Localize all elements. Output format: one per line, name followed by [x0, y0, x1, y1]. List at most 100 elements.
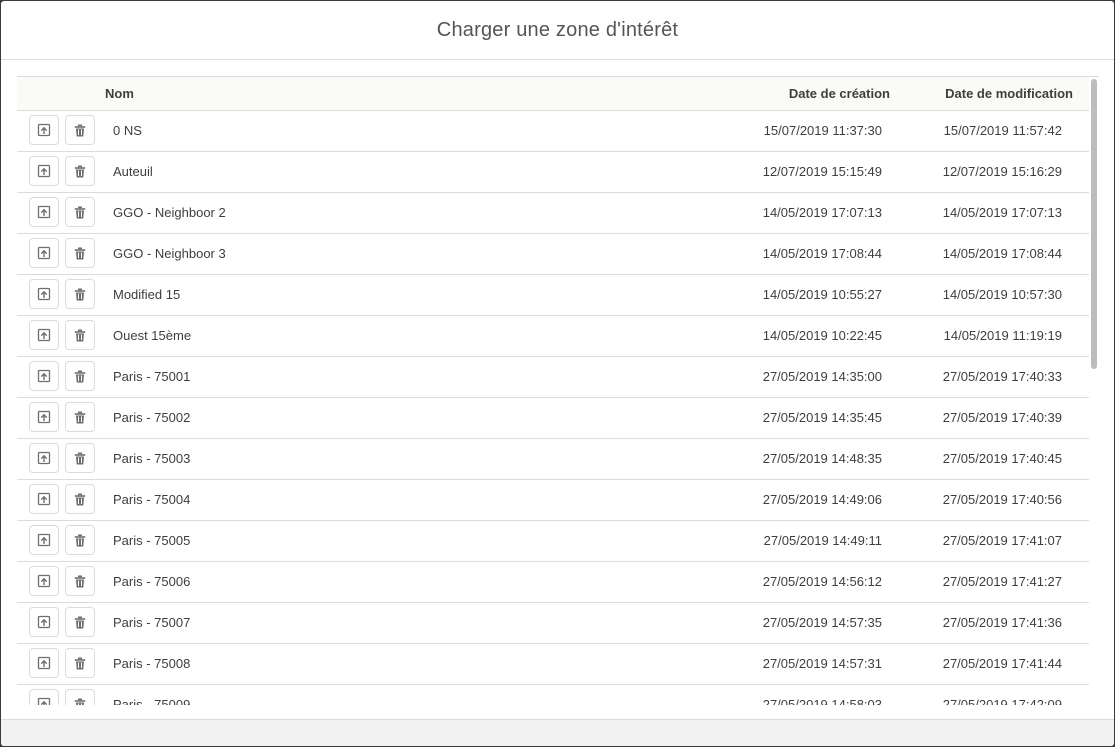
trash-icon	[74, 657, 86, 670]
table-row[interactable]: Paris - 75009 27/05/2019 14:58:03 27/05/20…	[17, 685, 1099, 705]
delete-zone-button[interactable]	[65, 566, 95, 596]
load-zone-button[interactable]	[29, 484, 59, 514]
table-row[interactable]: Paris - 75002 27/05/2019 14:35:45 27/05/20…	[17, 398, 1099, 439]
load-zone-button[interactable]	[29, 689, 59, 705]
zone-name[interactable]: Paris - 75006	[113, 562, 190, 602]
table-row[interactable]: Paris - 75001 27/05/2019 14:35:00 27/05/20…	[17, 357, 1099, 398]
trash-icon	[74, 370, 86, 383]
delete-zone-button[interactable]	[65, 607, 95, 637]
delete-zone-button[interactable]	[65, 320, 95, 350]
table-row[interactable]: Modified 15 14/05/2019 10:55:27 14/05/2019…	[17, 275, 1099, 316]
delete-zone-button[interactable]	[65, 238, 95, 268]
modified-date: 27/05/2019 17:41:36	[942, 615, 1062, 630]
zone-name[interactable]: GGO - Neighboor 2	[113, 193, 226, 233]
column-header-name[interactable]: Nom	[105, 77, 134, 110]
upload-icon	[37, 492, 51, 506]
table-row[interactable]: Paris - 75003 27/05/2019 14:48:35 27/05/20…	[17, 439, 1099, 480]
zone-name[interactable]: Paris - 75003	[113, 439, 190, 479]
created-date: 12/07/2019 15:15:49	[762, 164, 882, 179]
modal-footer	[1, 719, 1114, 746]
upload-icon	[37, 533, 51, 547]
table-row[interactable]: Paris - 75007 27/05/2019 14:57:35 27/05/20…	[17, 603, 1099, 644]
load-zone-button[interactable]	[29, 361, 59, 391]
load-zone-modal: Charger une zone d'intérêt Nom Date de c…	[1, 1, 1114, 746]
delete-zone-button[interactable]	[65, 115, 95, 145]
zone-name[interactable]: GGO - Neighboor 3	[113, 234, 226, 274]
zones-table[interactable]: Nom Date de création Date de modificatio…	[17, 76, 1099, 705]
scrollbar-thumb[interactable]	[1091, 79, 1097, 369]
zone-name[interactable]: Paris - 75001	[113, 357, 190, 397]
column-header-modified[interactable]: Date de modification	[945, 77, 1073, 110]
load-zone-button[interactable]	[29, 156, 59, 186]
upload-icon	[37, 205, 51, 219]
load-zone-button[interactable]	[29, 279, 59, 309]
modal-header: Charger une zone d'intérêt	[1, 1, 1114, 60]
delete-zone-button[interactable]	[65, 197, 95, 227]
zone-name[interactable]: Ouest 15ème	[113, 316, 191, 356]
delete-zone-button[interactable]	[65, 648, 95, 678]
modified-date: 14/05/2019 10:57:30	[942, 287, 1062, 302]
load-zone-button[interactable]	[29, 320, 59, 350]
delete-zone-button[interactable]	[65, 689, 95, 705]
zone-name[interactable]: 0 NS	[113, 111, 142, 151]
created-date: 15/07/2019 11:37:30	[763, 123, 882, 138]
table-header: Nom Date de création Date de modificatio…	[17, 77, 1099, 111]
zone-name[interactable]: Modified 15	[113, 275, 180, 315]
load-zone-button[interactable]	[29, 115, 59, 145]
upload-icon	[37, 246, 51, 260]
scrollbar[interactable]	[1089, 77, 1099, 705]
modified-date: 27/05/2019 17:40:56	[942, 492, 1062, 507]
created-date: 14/05/2019 10:55:27	[762, 287, 882, 302]
table-row[interactable]: Paris - 75006 27/05/2019 14:56:12 27/05/20…	[17, 562, 1099, 603]
upload-icon	[37, 123, 51, 137]
trash-icon	[74, 247, 86, 260]
delete-zone-button[interactable]	[65, 484, 95, 514]
zone-name[interactable]: Paris - 75009	[113, 685, 190, 705]
upload-icon	[37, 328, 51, 342]
delete-zone-button[interactable]	[65, 443, 95, 473]
load-zone-button[interactable]	[29, 238, 59, 268]
table-row[interactable]: GGO - Neighboor 2 14/05/2019 17:07:13 14/0…	[17, 193, 1099, 234]
modified-date: 15/07/2019 11:57:42	[943, 123, 1062, 138]
created-date: 27/05/2019 14:48:35	[762, 451, 882, 466]
table-row[interactable]: Auteuil 12/07/2019 15:15:49 12/07/2019 15:…	[17, 152, 1099, 193]
zone-name[interactable]: Paris - 75004	[113, 480, 190, 520]
table-row[interactable]: 0 NS 15/07/2019 11:37:30 15/07/2019 11:57:…	[17, 111, 1099, 152]
upload-icon	[37, 164, 51, 178]
modified-date: 27/05/2019 17:40:33	[942, 369, 1062, 384]
upload-icon	[37, 287, 51, 301]
zone-name[interactable]: Paris - 75002	[113, 398, 190, 438]
trash-icon	[74, 329, 86, 342]
zone-name[interactable]: Paris - 75005	[113, 521, 190, 561]
table-row[interactable]: GGO - Neighboor 3 14/05/2019 17:08:44 14/0…	[17, 234, 1099, 275]
table-row[interactable]: Paris - 75004 27/05/2019 14:49:06 27/05/20…	[17, 480, 1099, 521]
delete-zone-button[interactable]	[65, 156, 95, 186]
zone-name[interactable]: Auteuil	[113, 152, 153, 192]
delete-zone-button[interactable]	[65, 402, 95, 432]
modal-title: Charger une zone d'intérêt	[436, 18, 679, 41]
load-zone-button[interactable]	[29, 648, 59, 678]
delete-zone-button[interactable]	[65, 525, 95, 555]
modified-date: 27/05/2019 17:41:44	[942, 656, 1062, 671]
zone-name[interactable]: Paris - 75008	[113, 644, 190, 684]
upload-icon	[37, 656, 51, 670]
table-body: 0 NS 15/07/2019 11:37:30 15/07/2019 11:57:…	[17, 111, 1099, 705]
modified-date: 27/05/2019 17:40:45	[942, 451, 1062, 466]
load-zone-button[interactable]	[29, 443, 59, 473]
created-date: 27/05/2019 14:57:31	[762, 656, 882, 671]
table-row[interactable]: Ouest 15ème 14/05/2019 10:22:45 14/05/2019…	[17, 316, 1099, 357]
delete-zone-button[interactable]	[65, 361, 95, 391]
modified-date: 27/05/2019 17:42:09	[942, 697, 1062, 705]
load-zone-button[interactable]	[29, 525, 59, 555]
delete-zone-button[interactable]	[65, 279, 95, 309]
column-header-created[interactable]: Date de création	[789, 77, 890, 110]
table-row[interactable]: Paris - 75008 27/05/2019 14:57:31 27/05/20…	[17, 644, 1099, 685]
load-zone-button[interactable]	[29, 566, 59, 596]
table-row[interactable]: Paris - 75005 27/05/2019 14:49:11 27/05/20…	[17, 521, 1099, 562]
load-zone-button[interactable]	[29, 197, 59, 227]
zone-name[interactable]: Paris - 75007	[113, 603, 190, 643]
load-zone-button[interactable]	[29, 402, 59, 432]
trash-icon	[74, 534, 86, 547]
load-zone-button[interactable]	[29, 607, 59, 637]
modified-date: 14/05/2019 11:19:19	[943, 328, 1062, 343]
